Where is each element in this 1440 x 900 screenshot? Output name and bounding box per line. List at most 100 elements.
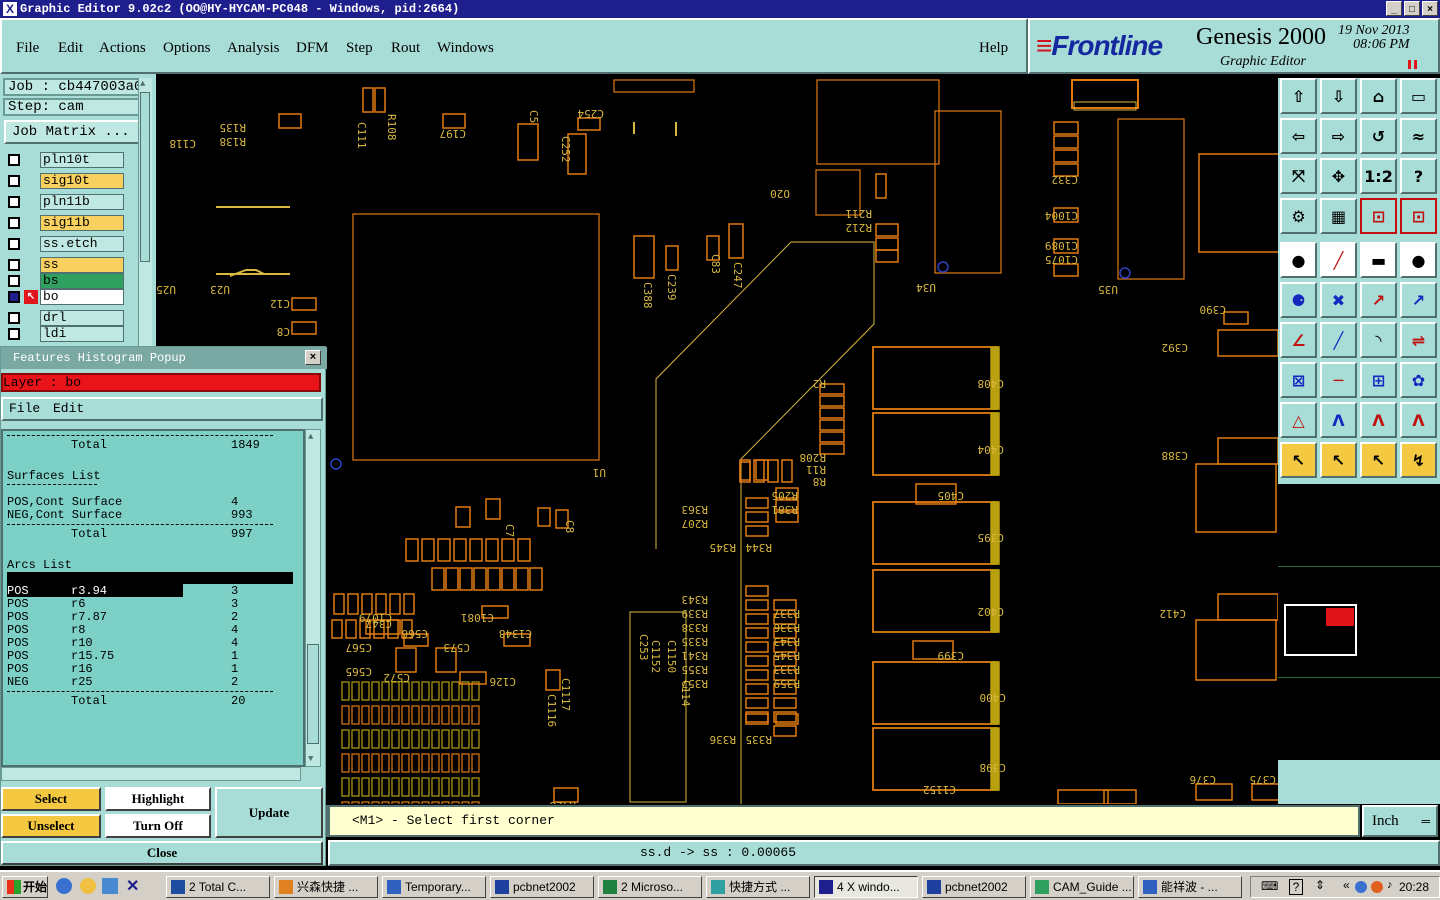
overview-viewport[interactable] [1326,608,1354,626]
grid-icon[interactable]: ▦ [1320,198,1357,234]
keyboard-icon[interactable]: ⌨ [1261,879,1278,893]
histogram-vscroll[interactable]: ▲ ▼ [305,429,321,767]
menu-edit[interactable]: Edit [58,40,83,57]
layer-row-sig10t[interactable]: sig10t [6,173,124,189]
layer-row-ldi[interactable]: ldi [6,326,124,342]
layer-checkbox[interactable] [8,291,20,303]
turn-off-button[interactable]: Turn Off [105,814,211,838]
taskbar-item[interactable]: CAM_Guide ... [1030,876,1134,898]
line-icon[interactable]: ╱ [1320,322,1357,358]
scroll-thumb[interactable] [307,644,319,744]
taskbar-item[interactable]: pcbnet2002 [490,876,594,898]
histogram-row[interactable]: Surfaces List [7,470,303,483]
histogram-row[interactable]: NEG r25 2 [7,676,303,689]
highlight-button[interactable]: Highlight [105,787,211,811]
scroll-up-icon[interactable]: ▲ [308,432,313,442]
histogram-hscroll[interactable] [1,767,301,781]
center-icon[interactable]: ✥ [1320,158,1357,194]
menu-options[interactable]: Options [163,40,211,57]
units-selector[interactable]: Inch ═ [1362,805,1438,837]
layer-name[interactable]: ss [40,257,124,273]
home-icon[interactable]: ⌂ [1360,78,1397,114]
layer-name[interactable]: ldi [40,326,124,342]
job-matrix-button[interactable]: Job Matrix ... [4,120,150,144]
layer-row-pln11b[interactable]: pln11b [6,194,124,210]
histogram-row[interactable]: POS r7.87 2 [7,611,303,624]
group-icon[interactable]: ✿ [1400,362,1437,398]
layer-name[interactable]: bs [40,273,124,289]
zoom-window-icon[interactable]: ▭ [1400,78,1437,114]
layer-row-pln10t[interactable]: pln10t [6,152,124,168]
x-icon[interactable]: ✕ [126,876,139,896]
delete-icon[interactable]: ✖ [1320,282,1357,318]
scroll-up-icon[interactable]: ▲ [140,79,150,89]
menu-dfm[interactable]: DFM [296,40,329,57]
histogram-row[interactable]: Total 997 [7,528,303,541]
query-icon[interactable]: ? [1400,158,1437,194]
fit-icon[interactable]: ⤧ [1280,158,1317,194]
histogram-row[interactable]: Total 1849 [7,439,303,452]
snap-icon[interactable]: ⊡ [1360,198,1397,234]
move-icon[interactable]: ↗ [1360,282,1397,318]
select-button[interactable]: Select [1,787,101,811]
layer-checkbox[interactable] [8,175,20,187]
taskbar-item[interactable]: pcbnet2002 [922,876,1026,898]
snap2-icon[interactable]: ⊡ [1400,198,1437,234]
copy-icon[interactable]: ↗ [1400,282,1437,318]
popup-menu-edit[interactable]: Edit [53,401,84,416]
taskbar-item[interactable]: Temporary... [382,876,486,898]
cut-icon[interactable]: ─ [1320,362,1357,398]
layer-checkbox[interactable] [8,328,20,340]
layer-name[interactable]: pln11b [40,194,124,210]
maximize-icon[interactable]: □ [1404,1,1420,16]
edit-shape-icon[interactable]: ╱ [1320,242,1357,278]
expand-icon[interactable]: ⇕ [1315,878,1325,892]
tray-app2-icon[interactable] [1371,881,1383,893]
tray-app-icon[interactable] [1355,881,1367,893]
browser-icon[interactable] [102,878,118,894]
histogram-list[interactable]: Total 1849 Surfaces List POS,Cont Surface 4 N… [1,429,305,767]
zoom-back-icon[interactable]: ↺ [1360,118,1397,154]
layer-name[interactable]: bo [40,289,124,305]
angle-icon[interactable]: ∠ [1280,322,1317,358]
close-icon[interactable]: × [305,350,321,365]
unselect-button[interactable]: Unselect [1,814,101,838]
update-button[interactable]: Update [215,787,323,838]
apex3-icon[interactable]: Λ [1400,402,1437,438]
layer-row-bs[interactable]: bs [6,273,124,289]
select2-icon[interactable]: ↖ [1360,442,1397,478]
close-button[interactable]: Close [1,841,323,865]
taskbar-item[interactable]: 2 Total C... [166,876,270,898]
help-icon[interactable]: ? [1289,879,1303,895]
layer-row-ss-etch[interactable]: ss.etch [6,236,124,252]
layer-row-drl[interactable]: drl [6,310,124,326]
taskbar-item[interactable]: 快捷方式 ... [706,876,810,898]
layer-list-scrollbar[interactable]: ▲ [138,78,152,346]
taskbar-item[interactable]: 2 Microso... [598,876,702,898]
layer-checkbox[interactable] [8,154,20,166]
histogram-row[interactable]: POS r6 3 [7,598,303,611]
taskbar-item[interactable]: 能祥波 - ... [1138,876,1242,898]
taskbar-item[interactable]: 4 X windo... [814,876,918,898]
apex-icon[interactable]: Λ [1320,402,1357,438]
histogram-row[interactable]: POS r8 4 [7,624,303,637]
layer-checkbox[interactable] [8,275,20,287]
pointer-icon[interactable]: ↖ [1280,442,1317,478]
histogram-row[interactable]: Arcs List [7,559,303,572]
layer-checkbox[interactable] [8,312,20,324]
menu-step[interactable]: Step [346,40,373,57]
layer-name[interactable]: drl [40,310,124,326]
histogram-row[interactable]: POS r15.75 1 [7,650,303,663]
pan-right-icon[interactable]: ⇨ [1320,118,1357,154]
scroll-thumb[interactable] [140,92,150,262]
one-to-one-icon[interactable]: 1:2 [1360,158,1397,194]
layer-name[interactable]: pln10t [40,152,124,168]
taskbar-item[interactable]: 兴森快捷 ... [274,876,378,898]
histogram-row[interactable]: Total 20 [7,695,303,708]
menu-file[interactable]: File [16,40,39,57]
redraw-icon[interactable]: ≈ [1400,118,1437,154]
menu-rout[interactable]: Rout [391,40,420,57]
layer-row-sig11b[interactable]: sig11b [6,215,124,231]
mirror-icon[interactable]: ⇌ [1400,322,1437,358]
clock-icon[interactable] [80,878,96,894]
